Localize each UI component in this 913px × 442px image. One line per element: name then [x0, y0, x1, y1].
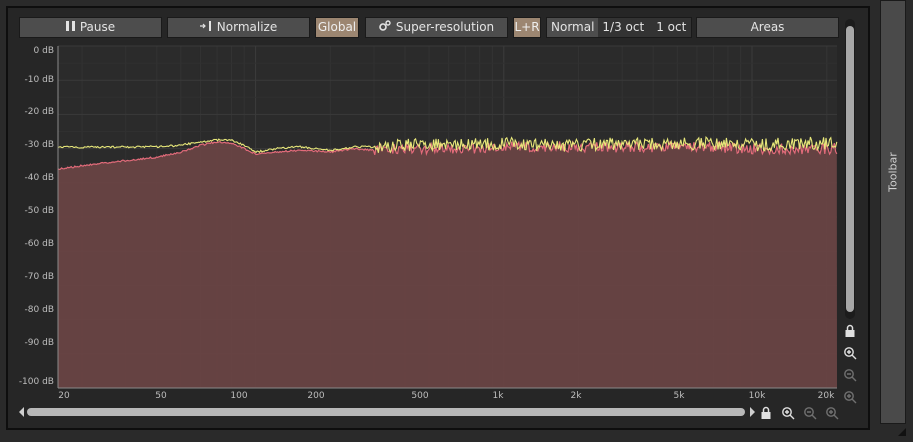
x-tick-label: 20k	[817, 391, 835, 401]
y-tick-label: -10 dB	[24, 75, 54, 85]
x-tick-label: 200	[307, 391, 325, 401]
zoom-in-icon[interactable]	[781, 405, 795, 420]
zoom-out-icon[interactable]	[843, 367, 857, 382]
zoom-reset-icon[interactable]	[843, 389, 857, 404]
scroll-left-arrow	[19, 407, 24, 417]
x-tick-label: 2k	[570, 391, 582, 401]
y-tick-label: -60 dB	[24, 239, 54, 249]
lock-icon[interactable]	[759, 405, 773, 419]
y-tick-label: -90 dB	[24, 338, 54, 348]
toolbar-label[interactable]: Toolbar	[887, 152, 900, 192]
zoom-in-icon[interactable]	[843, 345, 857, 360]
resize-grip[interactable]	[898, 428, 906, 436]
x-tick-label: 100	[230, 391, 248, 401]
scroll-right-arrow	[750, 407, 755, 417]
spectrum-fill-area	[58, 141, 837, 388]
side-toolbar-strip[interactable]	[880, 0, 906, 424]
y-tick-label: -70 dB	[24, 272, 54, 282]
x-tick-label: 20	[58, 391, 70, 401]
horizontal-scrollbar[interactable]	[18, 406, 756, 418]
zoom-reset-icon[interactable]	[825, 405, 839, 420]
y-tick-label: -30 dB	[24, 140, 54, 150]
x-tick-label: 50	[155, 391, 167, 401]
y-tick-label: -100 dB	[18, 377, 54, 387]
vertical-scroll-thumb[interactable]	[846, 26, 854, 312]
vertical-scrollbar[interactable]	[845, 19, 855, 319]
zoom-out-icon[interactable]	[803, 405, 817, 420]
y-tick-label: -80 dB	[24, 305, 54, 315]
y-tick-label: -50 dB	[24, 206, 54, 216]
y-tick-label: -20 dB	[24, 107, 54, 117]
x-tick-label: 1k	[492, 391, 504, 401]
x-tick-label: 500	[411, 391, 429, 401]
y-tick-label: 0 dB	[33, 46, 54, 56]
spectrum-chart[interactable]	[0, 0, 913, 442]
lock-icon[interactable]	[843, 323, 857, 337]
x-tick-label: 10k	[748, 391, 766, 401]
x-tick-label: 5k	[673, 391, 685, 401]
y-tick-label: -40 dB	[24, 173, 54, 183]
horizontal-scroll-thumb[interactable]	[27, 408, 745, 416]
